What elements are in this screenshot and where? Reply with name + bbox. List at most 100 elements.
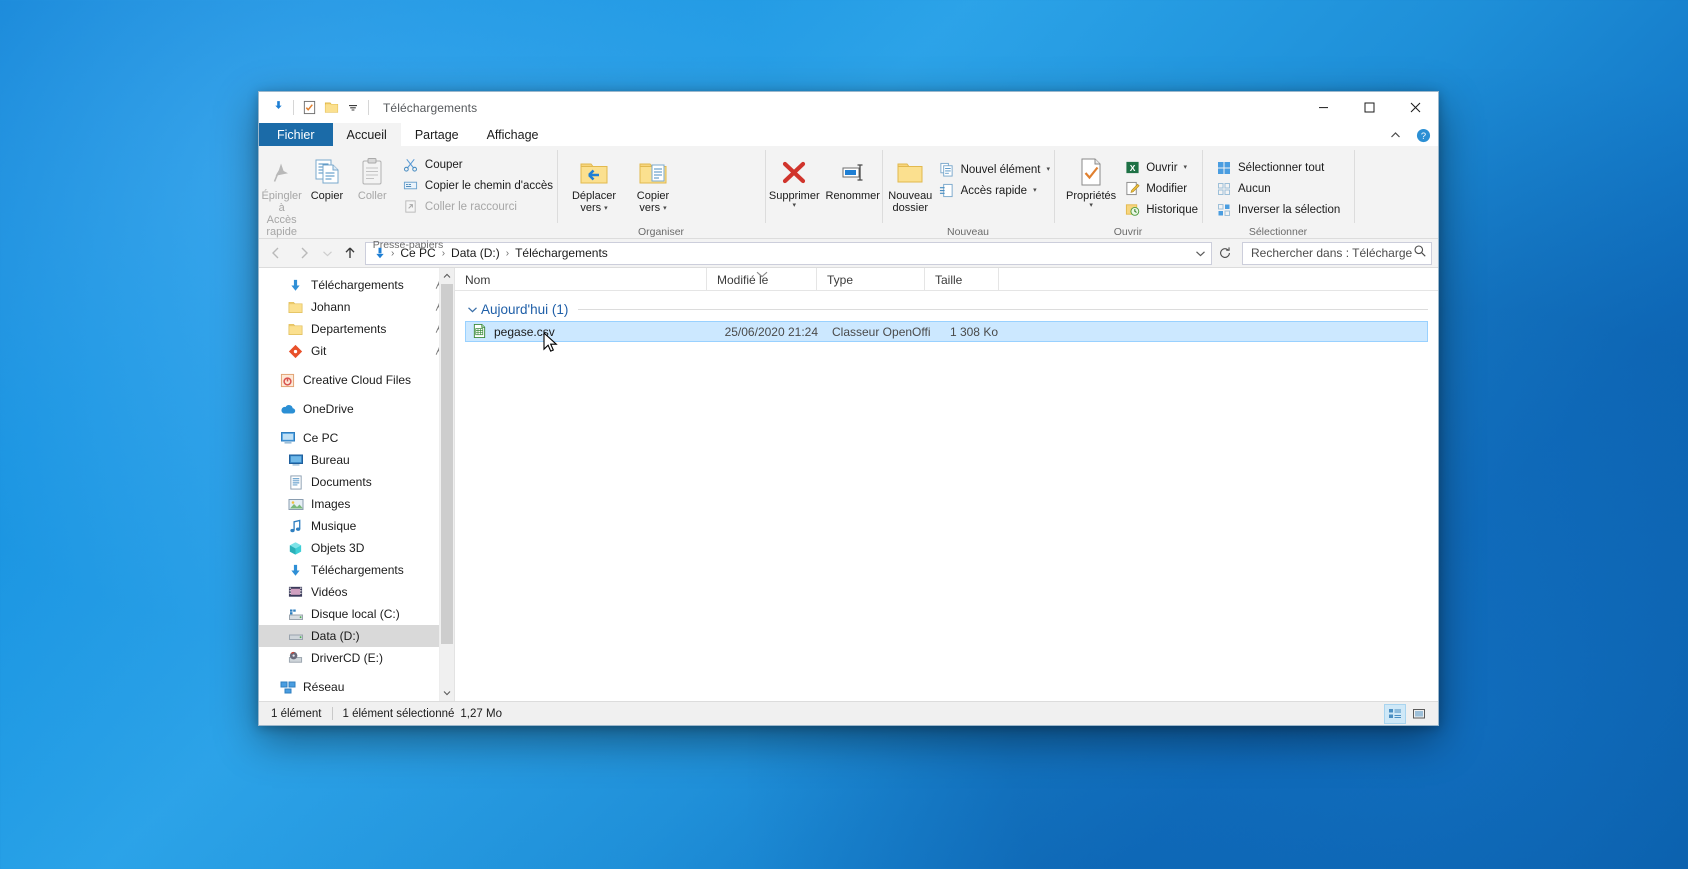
ribbon-group-organize-delete-rename: Supprimer ▾ Renommer: [765, 146, 882, 239]
copy-button[interactable]: Copier: [304, 151, 349, 202]
open-button[interactable]: X Ouvrir ▾: [1120, 157, 1202, 178]
sidebar-item-objets-3d[interactable]: Objets 3D: [259, 537, 454, 559]
sidebar-item-label: Ce PC: [303, 431, 339, 445]
onedrive-icon: [279, 401, 296, 417]
edit-button[interactable]: Modifier: [1120, 178, 1202, 199]
large-icons-view-icon[interactable]: [1408, 704, 1430, 724]
tab-fichier[interactable]: Fichier: [259, 123, 333, 146]
copy-path-label: Copier le chemin d'accès: [424, 179, 554, 192]
open-caret-icon[interactable]: ▾: [1184, 164, 1188, 171]
new-folder-button[interactable]: Nouveau dossier: [888, 151, 933, 214]
customize-qat-caret[interactable]: [342, 97, 364, 119]
sidebar-item-r-seau[interactable]: Réseau: [259, 676, 454, 698]
copy-to-button[interactable]: Copier vers ▾: [625, 151, 681, 214]
properties-button[interactable]: Propriétés ▾: [1062, 151, 1120, 209]
paste-shortcut-icon: [403, 199, 419, 215]
sidebar-item-label: Data (D:): [311, 629, 360, 643]
sidebar-item-ce-pc[interactable]: Ce PC: [259, 427, 454, 449]
group-header-label: Aujourd'hui (1): [481, 301, 569, 317]
group-collapse-chevron-icon[interactable]: [465, 304, 479, 315]
maximize-button[interactable]: [1346, 92, 1392, 123]
navigation-scrollbar[interactable]: [439, 268, 454, 701]
local-disk-icon: [287, 606, 304, 622]
column-header-nom[interactable]: Nom: [455, 268, 707, 291]
cut-button[interactable]: Couper: [399, 154, 557, 175]
sidebar-item-t-l-chargements[interactable]: Téléchargements: [259, 559, 454, 581]
ribbon-group-label-new: Nouveau: [946, 226, 990, 238]
sidebar-item-musique[interactable]: Musique: [259, 515, 454, 537]
sidebar-item-creative-cloud-files[interactable]: Creative Cloud Files: [259, 369, 454, 391]
group-header-aujourdhui[interactable]: Aujourd'hui (1): [455, 291, 1438, 319]
sidebar-item-vid-os[interactable]: Vidéos: [259, 581, 454, 603]
address-dropdown-icon[interactable]: [1191, 243, 1209, 264]
paste-button[interactable]: Coller: [350, 151, 395, 202]
sidebar-item-images[interactable]: Images: [259, 493, 454, 515]
scroll-up-arrow-icon[interactable]: [440, 268, 454, 284]
sidebar-item-drivercd-e[interactable]: DriverCD (E:): [259, 647, 454, 669]
sidebar-item-disque-local-c[interactable]: Disque local (C:): [259, 603, 454, 625]
delete-button[interactable]: Supprimer ▾: [765, 151, 824, 209]
paste-shortcut-button[interactable]: Coller le raccourci: [399, 196, 557, 217]
tab-partage[interactable]: Partage: [401, 123, 473, 146]
move-to-caret-icon[interactable]: ▾: [604, 205, 608, 212]
column-header-row: Nom Modifié le Type Taille: [455, 268, 1438, 291]
quick-access-caret-icon[interactable]: ▾: [1033, 187, 1037, 194]
select-none-button[interactable]: Aucun: [1212, 178, 1344, 199]
copy-to-caret-icon[interactable]: ▾: [663, 205, 667, 212]
history-icon: [1124, 202, 1140, 218]
search-input[interactable]: [1251, 246, 1413, 260]
ribbon: Épingler à Accès rapide Copier Coller Co…: [259, 146, 1438, 251]
move-to-button[interactable]: Déplacer vers ▾: [563, 151, 625, 214]
rename-button[interactable]: Renommer: [824, 151, 883, 202]
column-header-taille[interactable]: Taille: [925, 268, 999, 291]
ribbon-filler: [1354, 146, 1438, 239]
copy-path-button[interactable]: Copier le chemin d'accès: [399, 175, 557, 196]
rename-icon: [839, 153, 867, 187]
new-item-button[interactable]: Nouvel élément ▾: [935, 159, 1054, 180]
new-folder-icon[interactable]: [320, 97, 342, 119]
pin-to-quick-access-button[interactable]: Épingler à Accès rapide: [259, 151, 304, 238]
svg-text:X: X: [1129, 163, 1135, 173]
quick-access-toolbar: [259, 92, 373, 123]
column-header-modifie-le[interactable]: Modifié le: [707, 268, 817, 291]
ribbon-group-label-spacer: [765, 225, 882, 239]
nav-group-gap: [259, 669, 454, 676]
nav-group-gap: [259, 420, 454, 427]
sidebar-item-data-d[interactable]: Data (D:): [259, 625, 454, 647]
sidebar-item-johann[interactable]: Johann: [259, 296, 454, 318]
downloads-icon[interactable]: [267, 97, 289, 119]
tab-accueil[interactable]: Accueil: [332, 123, 401, 146]
search-icon[interactable]: [1413, 244, 1427, 263]
properties-icon[interactable]: [298, 97, 320, 119]
invert-selection-button[interactable]: Inverser la sélection: [1212, 199, 1344, 220]
history-button[interactable]: Historique: [1120, 199, 1202, 220]
quick-access-button[interactable]: Accès rapide ▾: [935, 180, 1054, 201]
column-header-empty: [999, 268, 1438, 291]
column-header-type[interactable]: Type: [817, 268, 925, 291]
move-to-icon: [579, 153, 609, 187]
new-item-caret-icon[interactable]: ▾: [1046, 166, 1050, 173]
sidebar-item-departements[interactable]: Departements: [259, 318, 454, 340]
minimize-button[interactable]: [1300, 92, 1346, 123]
sidebar-item-git[interactable]: Git: [259, 340, 454, 362]
collapse-ribbon-icon[interactable]: [1384, 125, 1406, 145]
search-box[interactable]: [1242, 241, 1432, 265]
folder-icon: [287, 299, 304, 315]
sidebar-item-bureau[interactable]: Bureau: [259, 449, 454, 471]
ribbon-filler-label: [1354, 225, 1438, 239]
help-icon[interactable]: ?: [1412, 125, 1434, 145]
select-all-button[interactable]: Sélectionner tout: [1212, 157, 1344, 178]
sidebar-item-t-l-chargements[interactable]: Téléchargements: [259, 274, 454, 296]
tab-affichage[interactable]: Affichage: [473, 123, 553, 146]
scroll-down-arrow-icon[interactable]: [440, 685, 454, 701]
refresh-button[interactable]: [1214, 242, 1236, 265]
properties-caret-icon[interactable]: ▾: [1089, 202, 1093, 209]
table-row[interactable]: pegase.csv 25/06/2020 21:24 Classeur Ope…: [465, 321, 1428, 342]
delete-caret-icon[interactable]: ▾: [792, 202, 796, 209]
file-modified-cell: 25/06/2020 21:24: [724, 324, 818, 339]
sidebar-item-onedrive[interactable]: OneDrive: [259, 398, 454, 420]
navigation-scrollbar-thumb[interactable]: [441, 284, 453, 644]
details-view-icon[interactable]: [1384, 703, 1406, 724]
close-button[interactable]: [1392, 92, 1438, 123]
sidebar-item-documents[interactable]: Documents: [259, 471, 454, 493]
